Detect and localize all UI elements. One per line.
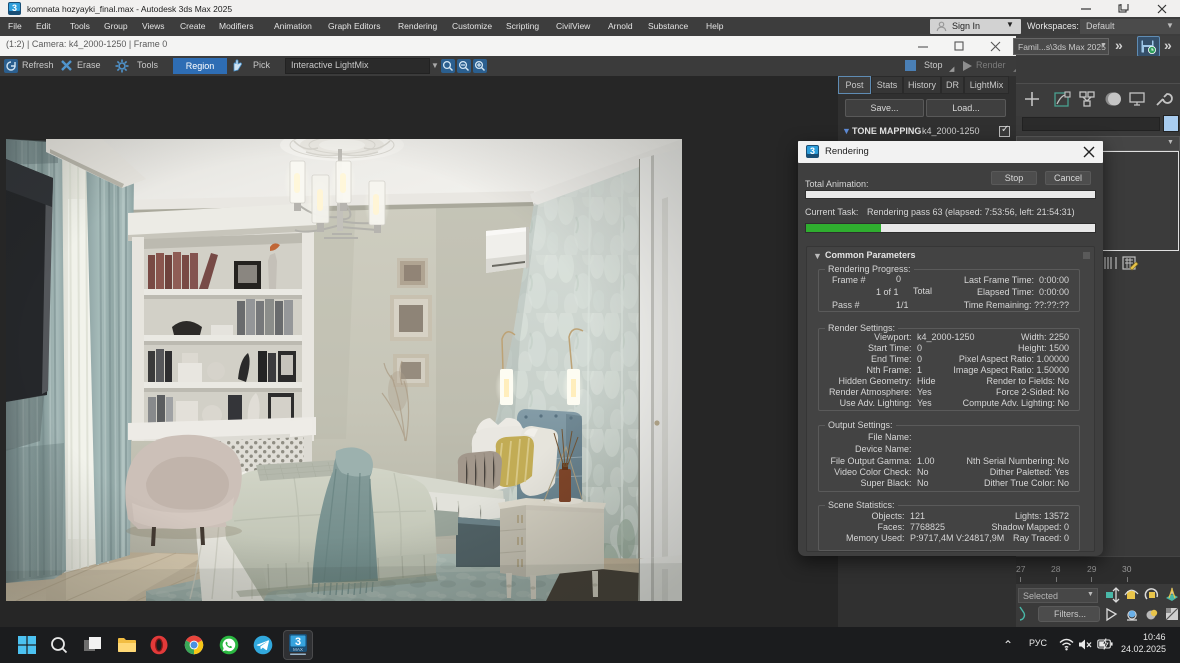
svg-text:3: 3 xyxy=(810,146,815,156)
svg-text:3: 3 xyxy=(12,3,17,13)
svg-text:MAX: MAX xyxy=(293,647,303,652)
